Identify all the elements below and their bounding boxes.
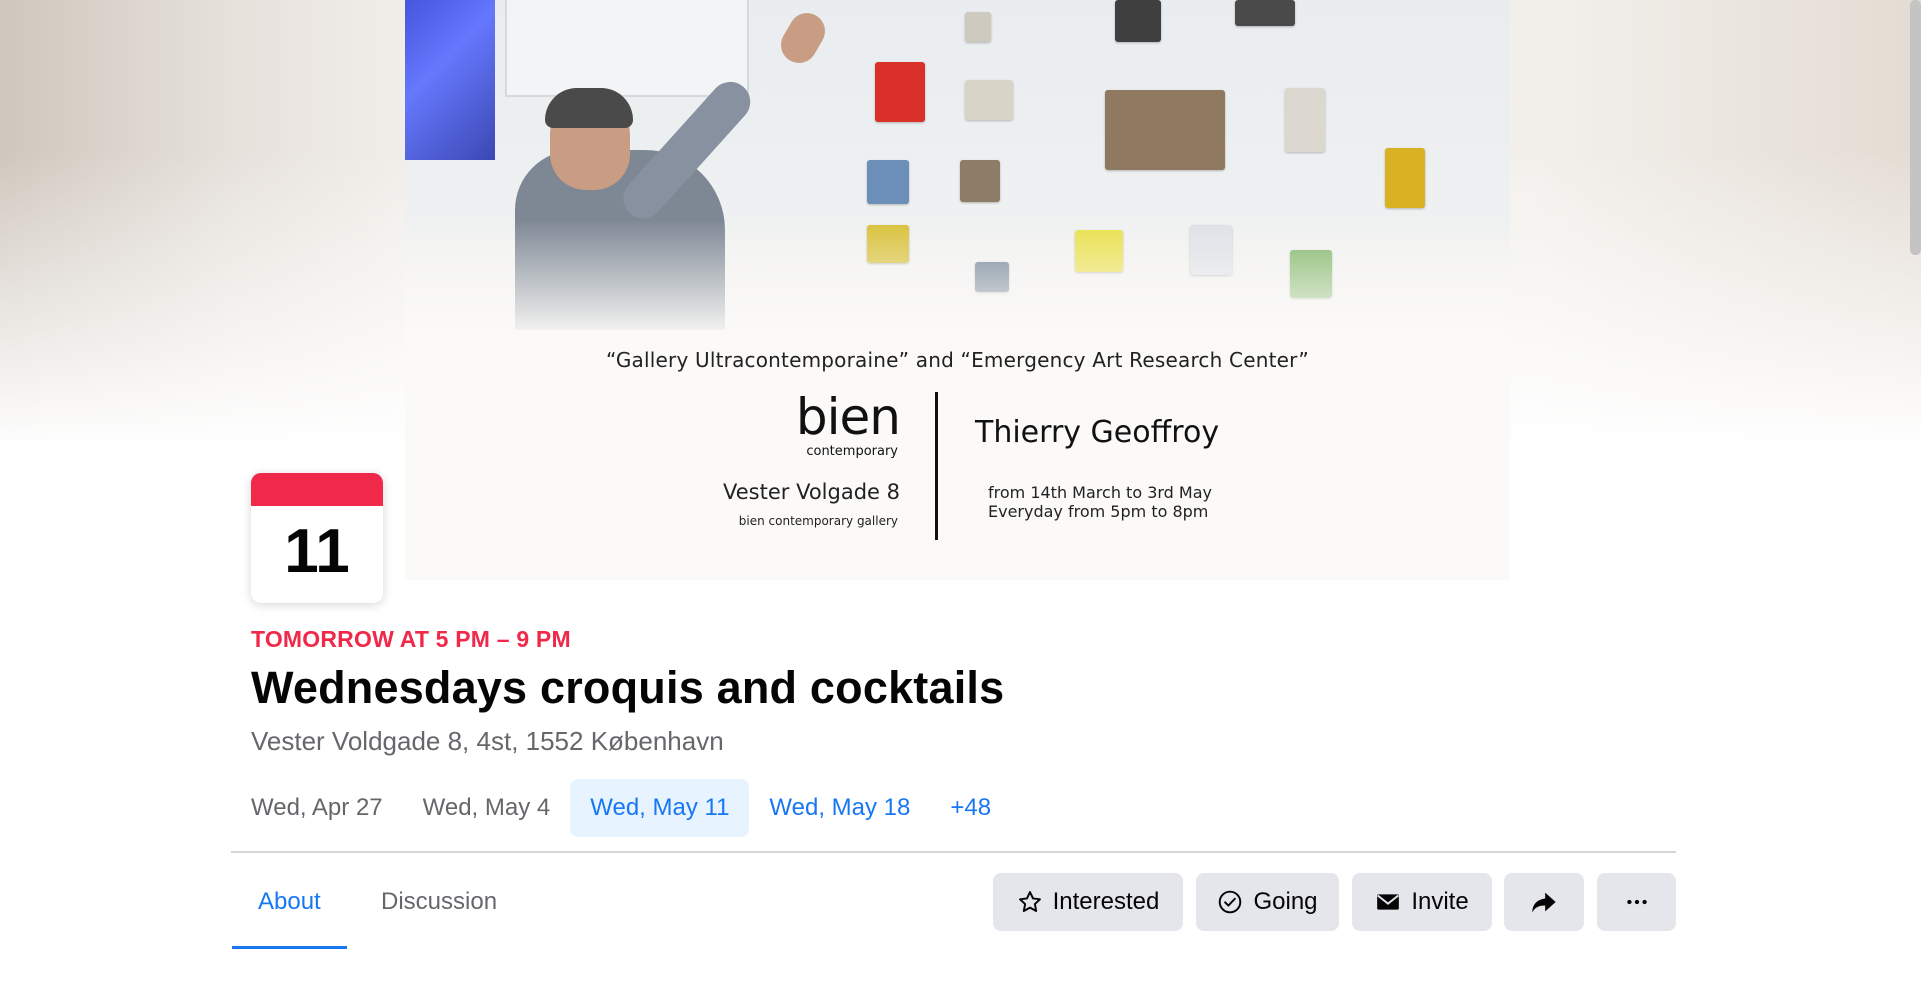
cover-divider	[935, 392, 938, 540]
gallery-address: Vester Volgade 8	[723, 480, 900, 504]
going-label: Going	[1253, 888, 1318, 915]
artwork-1	[875, 62, 925, 122]
white-canvas	[505, 0, 749, 97]
calendar-badge-header	[251, 473, 383, 506]
date-option-may-11[interactable]: Wed, May 11	[570, 779, 750, 837]
share-arrow-icon	[1530, 888, 1558, 916]
check-circle-icon	[1217, 889, 1243, 915]
artwork-4	[965, 80, 1013, 120]
invite-button[interactable]: Invite	[1352, 873, 1492, 931]
artwork-13	[1385, 148, 1425, 208]
cover-photo-fade	[405, 220, 1510, 340]
interested-label: Interested	[1052, 888, 1160, 915]
event-time: TOMORROW AT 5 PM – 9 PM	[251, 626, 571, 652]
share-button[interactable]	[1504, 873, 1584, 931]
neon-sign	[405, 0, 495, 160]
more-dots-icon	[1624, 889, 1650, 915]
date-option-may-4[interactable]: Wed, May 4	[403, 779, 571, 837]
more-options-button[interactable]	[1597, 873, 1676, 931]
going-button[interactable]: Going	[1196, 873, 1339, 931]
artwork-8	[1105, 90, 1225, 170]
event-location[interactable]: Vester Voldgade 8, 4st, 1552 København	[251, 726, 724, 757]
more-dates-link[interactable]: +48	[930, 779, 1011, 837]
artwork-15	[965, 12, 991, 42]
envelope-icon	[1375, 889, 1401, 915]
interested-button[interactable]: Interested	[993, 873, 1183, 931]
cover-quote: “Gallery Ultracontemporaine” and “Emerge…	[606, 348, 1309, 372]
event-title: Wednesdays croquis and cocktails	[251, 662, 1005, 713]
calendar-date-badge: 11	[251, 473, 383, 603]
person-hand	[774, 6, 832, 70]
calendar-day-number: 11	[284, 517, 350, 586]
tab-discussion[interactable]: Discussion	[355, 868, 523, 948]
artwork-11	[1235, 0, 1295, 26]
bien-logo-subtitle: contemporary	[806, 444, 898, 459]
event-cover-image[interactable]: “Gallery Ultracontemporaine” and “Emerge…	[405, 0, 1510, 580]
artwork-5	[960, 160, 1000, 202]
bien-logo: bien	[795, 388, 901, 446]
artwork-2	[867, 160, 909, 204]
exhibition-dates: from 14th March to 3rd May Everyday from…	[988, 483, 1212, 521]
gallery-name: bien contemporary gallery	[738, 514, 898, 528]
artist-name: Thierry Geoffroy	[975, 415, 1220, 450]
section-divider	[231, 851, 1676, 853]
exhibition-date-range: from 14th March to 3rd May	[988, 483, 1212, 502]
date-option-may-18[interactable]: Wed, May 18	[749, 779, 930, 837]
star-icon	[1017, 889, 1043, 915]
invite-label: Invite	[1411, 888, 1469, 915]
date-option-apr-27[interactable]: Wed, Apr 27	[231, 779, 403, 837]
artwork-10	[1115, 0, 1161, 42]
person-hair	[545, 88, 633, 128]
tab-about[interactable]: About	[232, 868, 347, 949]
artwork-12	[1285, 88, 1325, 152]
recurring-dates: Wed, Apr 27 Wed, May 4 Wed, May 11 Wed, …	[231, 778, 1011, 838]
exhibition-hours: Everyday from 5pm to 8pm	[988, 502, 1209, 521]
page-scrollbar[interactable]	[1910, 0, 1921, 255]
